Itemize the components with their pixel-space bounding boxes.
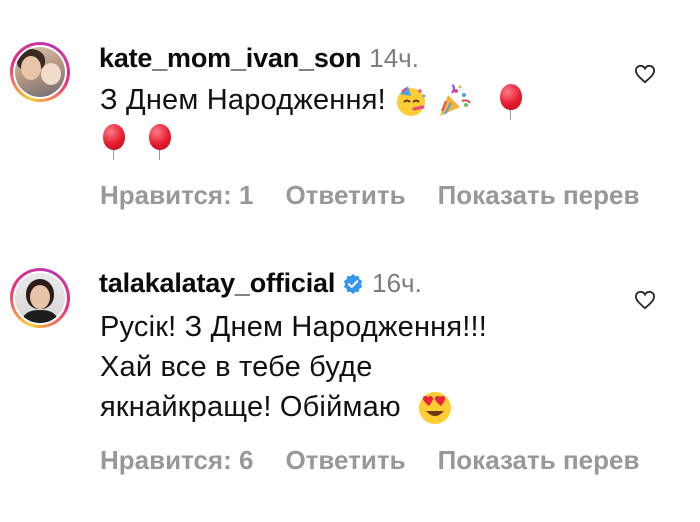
comment-actions: Нравится: 6 Ответить Показать перев (100, 445, 671, 476)
translate-button[interactable]: Показать перев (438, 180, 640, 211)
timestamp: 14ч. (369, 43, 419, 73)
avatar-photo (15, 273, 65, 323)
like-heart-icon[interactable] (634, 64, 656, 84)
likes-count[interactable]: Нравится: 6 (100, 445, 253, 476)
username[interactable]: talakalatay_official (99, 268, 335, 299)
comment-header: talakalatay_official 16ч. (99, 268, 422, 299)
balloon-icon (102, 124, 126, 161)
comment-header: kate_mom_ivan_son 14ч. (99, 43, 419, 74)
balloon-icon (499, 84, 523, 121)
comment-text: З Днем Народження! (100, 80, 600, 161)
reply-button[interactable]: Ответить (285, 445, 405, 476)
avatar-photo (15, 47, 65, 97)
comment-item: kate_mom_ivan_son 14ч. З Днем Народження… (0, 0, 700, 240)
comment-text-line: Русік! З Днем Народження!!! (100, 311, 488, 343)
avatar[interactable] (10, 268, 70, 328)
party-popper-icon (440, 84, 472, 117)
like-heart-icon[interactable] (634, 290, 656, 310)
comment-text-line: якнайкраще! Обіймаю (100, 391, 401, 423)
comment-text: Русік! З Днем Народження!!! Хай все в те… (100, 307, 620, 427)
translate-button[interactable]: Показать перев (438, 445, 640, 476)
comment-actions: Нравится: 1 Ответить Показать перев (100, 180, 671, 211)
verified-badge-icon (343, 273, 363, 294)
comment-text-line: З Днем Народження! (100, 84, 386, 116)
reply-button[interactable]: Ответить (285, 180, 405, 211)
balloon-icon (148, 124, 172, 161)
partying-face-icon (397, 86, 426, 117)
timestamp: 16ч. (372, 268, 422, 298)
comment-item: talakalatay_official 16ч. Русік! З Днем … (0, 240, 700, 522)
comment-text-line: Хай все в тебе буде (100, 351, 373, 383)
username[interactable]: kate_mom_ivan_son (99, 43, 361, 74)
likes-count[interactable]: Нравится: 1 (100, 180, 253, 211)
heart-eyes-icon (419, 392, 452, 425)
avatar[interactable] (10, 42, 70, 102)
